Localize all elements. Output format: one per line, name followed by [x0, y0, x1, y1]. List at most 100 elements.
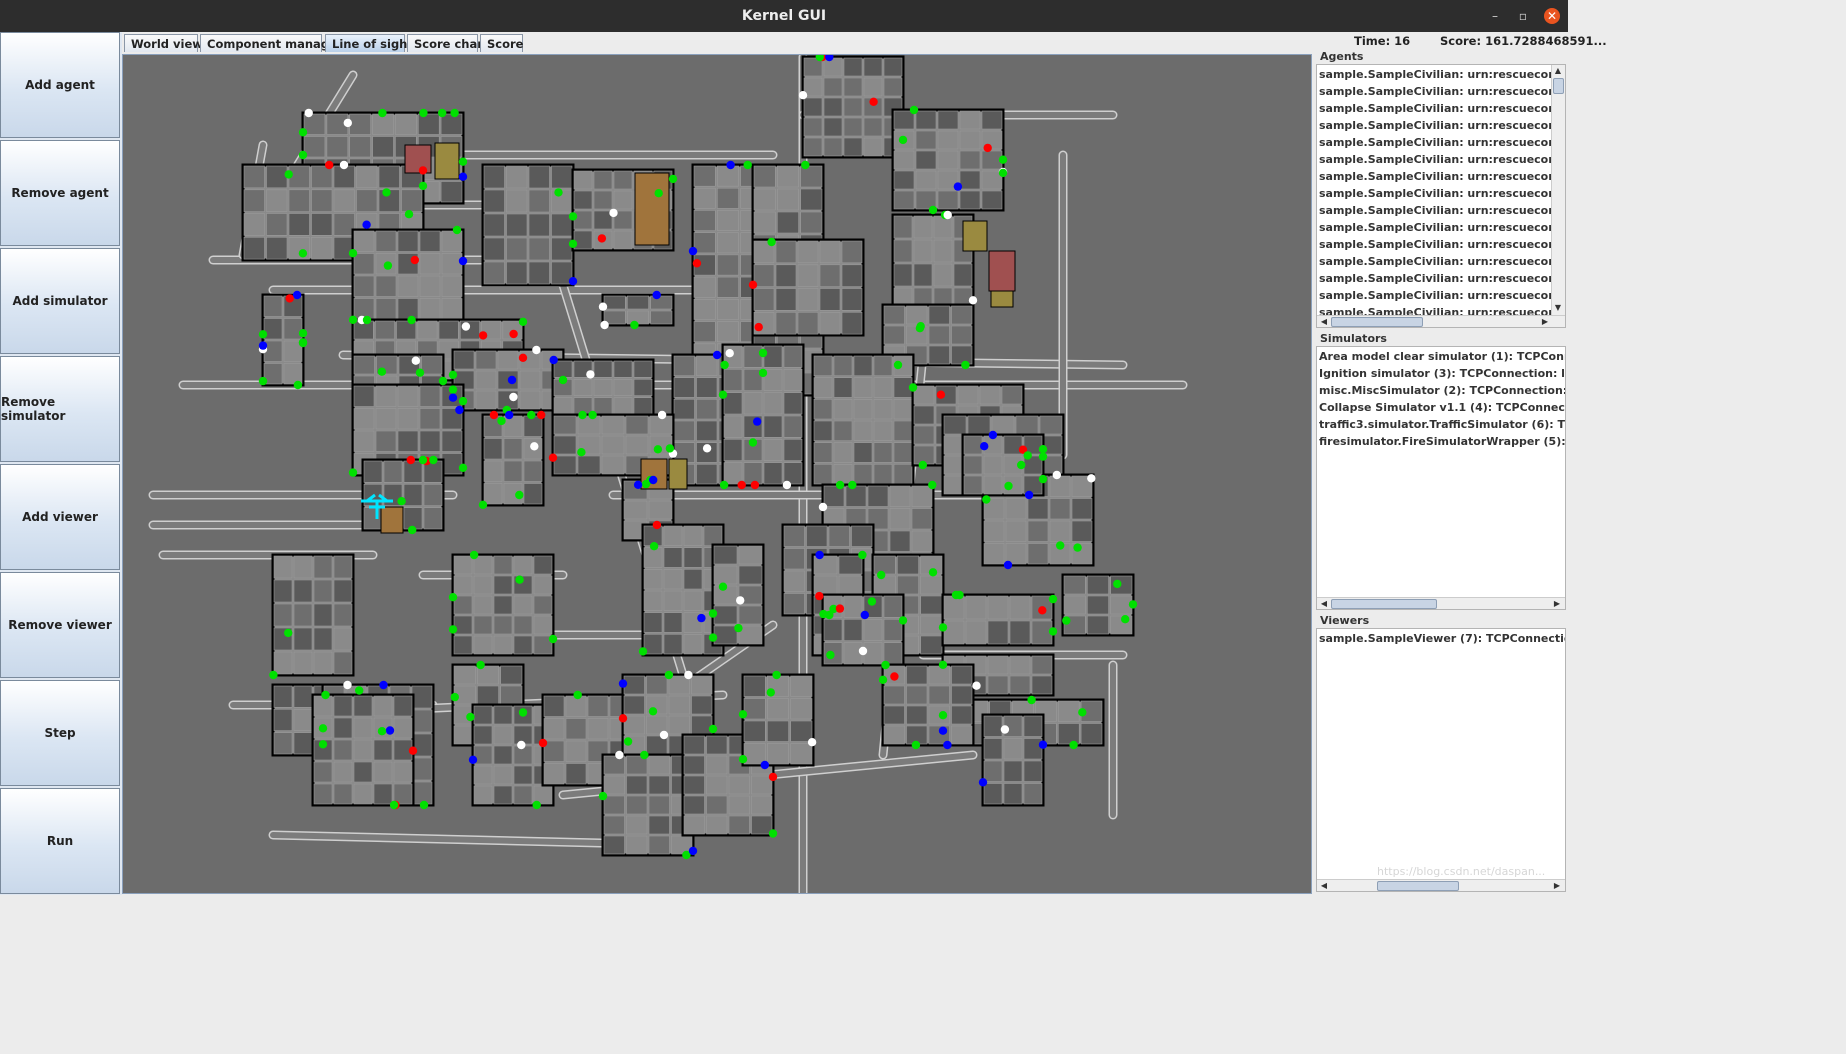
list-item[interactable]: sample.SampleCivilian: urn:rescuecore2.s… [1317, 100, 1553, 117]
civilian-agent [649, 542, 659, 551]
list-item[interactable]: sample.SampleCivilian: urn:rescuecore2.s… [1317, 185, 1553, 202]
list-item[interactable]: firesimulator.FireSimulatorWrapper (5): … [1317, 433, 1565, 450]
scroll-down-icon[interactable]: ▼ [1552, 302, 1564, 314]
viewers-list[interactable]: sample.SampleViewer (7): TCPConnection: … [1316, 628, 1566, 892]
scroll-up-icon[interactable]: ▲ [1552, 65, 1564, 77]
time-label: Time: 16 [1354, 34, 1411, 48]
building [843, 97, 863, 117]
list-item[interactable]: sample.SampleCivilian: urn:rescuecore2.s… [1317, 66, 1553, 83]
civilian-agent [630, 320, 639, 330]
scroll-right-icon[interactable]: ▶ [1551, 598, 1563, 609]
tab-score[interactable]: Score [480, 34, 523, 52]
agents-horizontal-scrollbar[interactable]: ◀ ▶ [1317, 315, 1565, 327]
list-item[interactable]: sample.SampleViewer (7): TCPConnection: … [1317, 630, 1565, 647]
building [523, 460, 543, 482]
building [813, 555, 838, 575]
info-panel: Time: 16 Score: 161.7288468591... Agents… [1312, 32, 1607, 895]
maximize-icon[interactable]: ▫ [1515, 8, 1531, 24]
building [648, 815, 670, 835]
civilian-agent [708, 633, 718, 642]
scroll-right-icon[interactable]: ▶ [1539, 316, 1551, 327]
building [646, 675, 668, 695]
list-item[interactable]: sample.SampleCivilian: urn:rescuecore2.s… [1317, 83, 1553, 100]
building [243, 237, 265, 260]
scroll-left-icon[interactable]: ◀ [1318, 598, 1330, 609]
list-item[interactable]: sample.SampleCivilian: urn:rescuecore2.s… [1317, 202, 1553, 219]
building [691, 715, 713, 735]
close-icon[interactable]: ✕ [1544, 8, 1560, 24]
building [790, 698, 813, 720]
building [613, 190, 633, 210]
civilian-agent [1048, 627, 1058, 636]
civilian-agent [408, 525, 417, 535]
tab-component-manager[interactable]: Component manager [200, 34, 343, 52]
tab-world-view[interactable]: World view [124, 34, 203, 52]
building [833, 355, 853, 377]
remove-simulator-button[interactable]: Remove simulator [0, 356, 120, 462]
civilian-agent [878, 675, 888, 684]
building [573, 190, 593, 210]
map-view[interactable] [122, 54, 1312, 894]
building [648, 500, 673, 520]
agents-list[interactable]: sample.SampleCivilian: urn:rescuecore2.s… [1316, 64, 1566, 328]
scroll-left-icon[interactable]: ◀ [1318, 316, 1330, 327]
civilian-agent [1073, 543, 1082, 552]
viewers-horizontal-scrollbar[interactable]: ◀ ▶ [1317, 879, 1565, 891]
city-map[interactable] [123, 55, 1312, 894]
remove-agent-button[interactable]: Remove agent [0, 140, 120, 246]
list-item[interactable]: sample.SampleCivilian: urn:rescuecore2.s… [1317, 287, 1553, 304]
scroll-right-icon[interactable]: ▶ [1551, 880, 1563, 891]
scroll-thumb[interactable] [1331, 599, 1437, 609]
building [453, 635, 473, 655]
tab-score-chart[interactable]: Score chart [407, 34, 488, 52]
building [648, 795, 670, 815]
remove-viewer-button[interactable]: Remove viewer [0, 572, 120, 678]
list-item[interactable]: sample.SampleCivilian: urn:rescuecore2.s… [1317, 236, 1553, 253]
list-item[interactable]: Area model clear simulator (1): TCPConne… [1317, 348, 1565, 365]
list-item[interactable]: sample.SampleCivilian: urn:rescuecore2.s… [1317, 117, 1553, 134]
building [473, 765, 493, 785]
list-item[interactable]: Ignition simulator (3): TCPConnection: l… [1317, 365, 1565, 382]
view-tabs: World view Component manager Line of sig… [122, 32, 1312, 54]
list-item[interactable]: sample.SampleCivilian: urn:rescuecore2.s… [1317, 134, 1553, 151]
fire-agent [936, 390, 946, 399]
minimize-icon[interactable]: – [1487, 8, 1503, 24]
building [513, 615, 533, 635]
building [483, 165, 505, 189]
building [696, 355, 718, 377]
building [473, 555, 493, 575]
building [928, 685, 950, 705]
building [625, 435, 649, 455]
building [1049, 520, 1071, 542]
list-item[interactable]: sample.SampleCivilian: urn:rescuecore2.s… [1317, 253, 1553, 270]
list-item[interactable]: sample.SampleCivilian: urn:rescuecore2.s… [1317, 168, 1553, 185]
list-item[interactable]: Collapse Simulator v1.1 (4): TCPConnecti… [1317, 399, 1565, 416]
list-item[interactable]: traffic3.simulator.TrafficSimulator (6):… [1317, 416, 1565, 433]
building [933, 215, 953, 239]
building [293, 651, 313, 675]
building [372, 136, 394, 158]
building [375, 385, 397, 407]
list-item[interactable]: sample.SampleCivilian: urn:rescuecore2.s… [1317, 219, 1553, 236]
tab-line-of-sight[interactable]: Line of sight [325, 34, 413, 52]
building [273, 685, 293, 708]
agents-vertical-scrollbar[interactable]: ▲ ▼ [1551, 65, 1565, 315]
building [738, 545, 763, 565]
list-item[interactable]: sample.SampleCivilian: urn:rescuecore2.s… [1317, 270, 1553, 287]
scroll-thumb[interactable] [1377, 881, 1459, 891]
add-agent-button[interactable]: Add agent [0, 32, 120, 138]
building [833, 420, 853, 442]
building [333, 603, 353, 627]
scroll-thumb[interactable] [1331, 317, 1423, 327]
add-viewer-button[interactable]: Add viewer [0, 464, 120, 570]
add-simulator-button[interactable]: Add simulator [0, 248, 120, 354]
run-button[interactable]: Run [0, 788, 120, 894]
simulators-horizontal-scrollbar[interactable]: ◀ ▶ [1317, 597, 1565, 609]
simulators-list[interactable]: Area model clear simulator (1): TCPConne… [1316, 346, 1566, 610]
list-item[interactable]: misc.MiscSimulator (2): TCPConnection: l… [1317, 382, 1565, 399]
building [353, 230, 375, 252]
scroll-thumb[interactable] [1553, 78, 1564, 94]
scroll-left-icon[interactable]: ◀ [1318, 880, 1330, 891]
step-button[interactable]: Step [0, 680, 120, 786]
list-item[interactable]: sample.SampleCivilian: urn:rescuecore2.s… [1317, 151, 1553, 168]
